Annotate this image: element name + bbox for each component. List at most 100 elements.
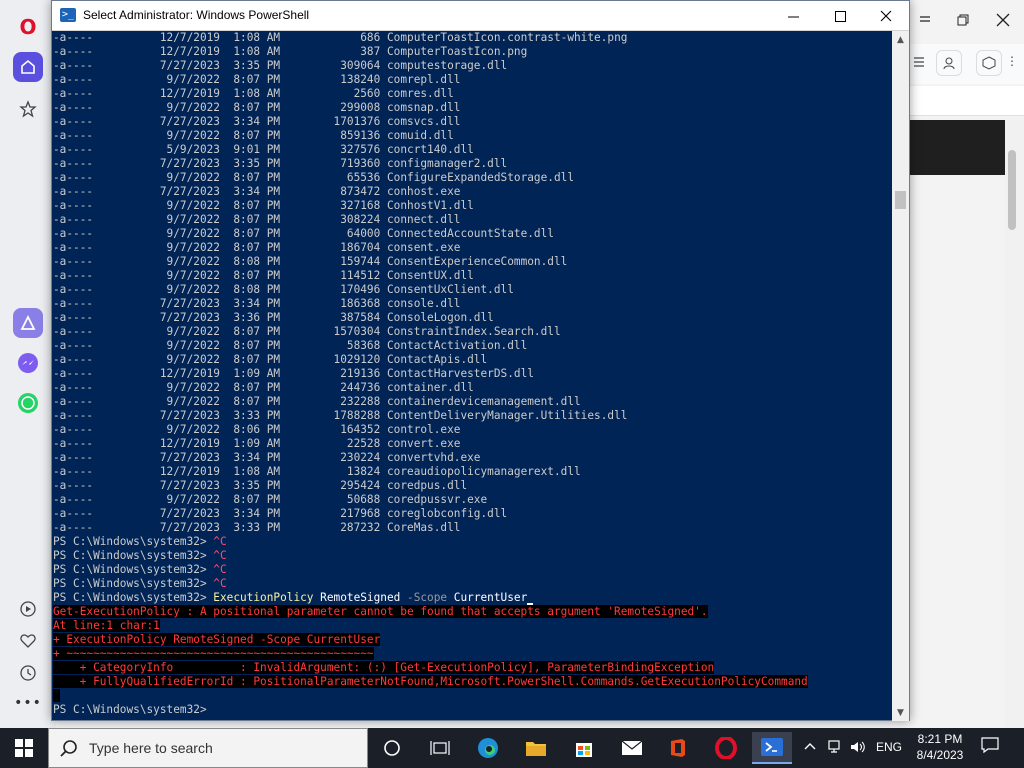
file-name: CoreMas.dll	[386, 521, 461, 534]
maximize-button[interactable]	[817, 1, 863, 31]
file-length: 287232	[280, 521, 387, 534]
file-length: 114512	[280, 269, 387, 282]
scroll-down-icon[interactable]: ▼	[892, 704, 909, 721]
file-date: 12/7/2019	[93, 465, 220, 478]
file-date: 9/7/2022	[93, 213, 220, 226]
file-time: 3:35 PM	[219, 157, 281, 170]
player-icon[interactable]	[13, 594, 43, 624]
file-time: 3:35 PM	[219, 479, 281, 492]
file-listing-row: -a---- 12/7/2019 1:08 AM 686 ComputerToa…	[53, 31, 892, 45]
file-mode: -a----	[53, 115, 94, 128]
show-hidden-icons-icon[interactable]	[804, 740, 816, 754]
prompt-line: PS C:\Windows\system32> ^C	[53, 563, 227, 576]
console-output[interactable]: -a---- 12/7/2019 1:08 AM 686 ComputerToa…	[52, 31, 892, 721]
messenger-icon[interactable]	[13, 348, 43, 378]
file-name: console.dll	[386, 297, 461, 310]
file-date: 7/27/2023	[93, 507, 220, 520]
file-length: 22528	[280, 437, 387, 450]
file-mode: -a----	[53, 311, 94, 324]
tab-search-icon[interactable]	[910, 6, 940, 34]
close-icon[interactable]	[988, 6, 1018, 34]
file-time: 3:34 PM	[219, 115, 281, 128]
text-cursor	[527, 593, 534, 605]
file-time: 8:07 PM	[219, 227, 281, 240]
file-listing-row: -a---- 7/27/2023 3:34 PM 230224 convertv…	[53, 451, 892, 465]
profile-icon[interactable]	[936, 50, 962, 76]
volume-icon[interactable]	[850, 740, 866, 757]
powershell-icon: >_	[60, 8, 76, 22]
restore-icon[interactable]	[948, 6, 978, 34]
file-time: 3:33 PM	[219, 521, 281, 534]
browser-scrollbar-thumb[interactable]	[1008, 150, 1016, 230]
file-time: 3:35 PM	[219, 59, 281, 72]
more-icon[interactable]: •••	[13, 688, 43, 718]
file-time: 1:08 AM	[219, 465, 281, 478]
menu-icon[interactable]	[912, 54, 926, 73]
file-listing-row: -a---- 7/27/2023 3:35 PM 295424 coredpus…	[53, 479, 892, 493]
task-view-icon[interactable]	[420, 732, 460, 764]
file-date: 7/27/2023	[93, 59, 220, 72]
file-mode: -a----	[53, 297, 94, 310]
file-date: 9/7/2022	[93, 353, 220, 366]
minimize-button[interactable]	[770, 1, 816, 31]
file-time: 8:07 PM	[219, 171, 281, 184]
opera-taskbar-icon[interactable]	[706, 732, 746, 764]
taskbar-search-box[interactable]: Type here to search	[48, 728, 368, 768]
file-listing-row: -a---- 9/7/2022 8:07 PM 244736 container…	[53, 381, 892, 395]
file-listing-row: -a---- 9/7/2022 8:07 PM 1570304 Constrai…	[53, 325, 892, 339]
scroll-up-icon[interactable]: ▲	[892, 31, 909, 48]
clock[interactable]: 8:21 PM 8/4/2023	[910, 731, 970, 763]
file-length: 1788288	[280, 409, 387, 422]
star-icon[interactable]	[13, 94, 43, 124]
file-date: 9/7/2022	[93, 241, 220, 254]
file-length: 327168	[280, 199, 387, 212]
browser-window-controls	[910, 0, 1024, 40]
extensions-icon[interactable]	[976, 50, 1002, 76]
file-listing-row: -a---- 9/7/2022 8:08 PM 159744 ConsentEx…	[53, 255, 892, 269]
browser-menu-icon[interactable]: ⋮	[1006, 54, 1018, 68]
file-mode: -a----	[53, 241, 94, 254]
powershell-taskbar-icon[interactable]	[752, 732, 792, 764]
file-mode: -a----	[53, 479, 94, 492]
aria-icon[interactable]	[13, 308, 43, 338]
edge-icon[interactable]	[468, 732, 508, 764]
mail-icon[interactable]	[612, 732, 652, 764]
home-icon[interactable]	[13, 52, 43, 82]
history-icon[interactable]	[13, 658, 43, 688]
current-prompt[interactable]: PS C:\Windows\system32>	[53, 703, 892, 717]
powershell-window[interactable]: >_ Select Administrator: Windows PowerSh…	[51, 0, 910, 721]
file-name: container.dll	[386, 381, 474, 394]
file-explorer-icon[interactable]	[516, 732, 556, 764]
cortana-icon[interactable]	[372, 732, 412, 764]
scrollbar-thumb[interactable]	[895, 191, 906, 209]
file-listing-row: -a---- 12/7/2019 1:08 AM 13824 coreaudio…	[53, 465, 892, 479]
close-button[interactable]	[863, 1, 909, 31]
file-time: 3:33 PM	[219, 409, 281, 422]
file-name: comuid.dll	[386, 129, 454, 142]
heart-icon[interactable]	[13, 626, 43, 656]
file-date: 12/7/2019	[93, 45, 220, 58]
start-button[interactable]	[0, 728, 48, 768]
file-time: 8:08 PM	[219, 255, 281, 268]
notifications-icon[interactable]	[980, 736, 1004, 760]
file-time: 8:06 PM	[219, 423, 281, 436]
file-length: 58368	[280, 339, 387, 352]
whatsapp-icon[interactable]	[13, 388, 43, 418]
opera-logo-icon[interactable]: O	[13, 12, 43, 42]
console-scrollbar[interactable]: ▲ ▼	[892, 31, 909, 721]
file-name: consent.exe	[386, 241, 461, 254]
file-mode: -a----	[53, 45, 94, 58]
network-icon[interactable]	[828, 740, 844, 757]
file-date: 9/7/2022	[93, 423, 220, 436]
file-length: 873472	[280, 185, 387, 198]
file-listing: -a---- 12/7/2019 1:08 AM 686 ComputerToa…	[53, 31, 892, 535]
file-length: 64000	[280, 227, 387, 240]
store-icon[interactable]	[564, 732, 604, 764]
windows-icon	[15, 739, 33, 757]
file-length: 308224	[280, 213, 387, 226]
title-bar[interactable]: >_ Select Administrator: Windows PowerSh…	[52, 1, 909, 31]
language-indicator[interactable]: ENG	[876, 740, 902, 754]
office-icon[interactable]	[658, 732, 698, 764]
file-length: 859136	[280, 129, 387, 142]
file-listing-row: -a---- 7/27/2023 3:35 PM 719360 configma…	[53, 157, 892, 171]
